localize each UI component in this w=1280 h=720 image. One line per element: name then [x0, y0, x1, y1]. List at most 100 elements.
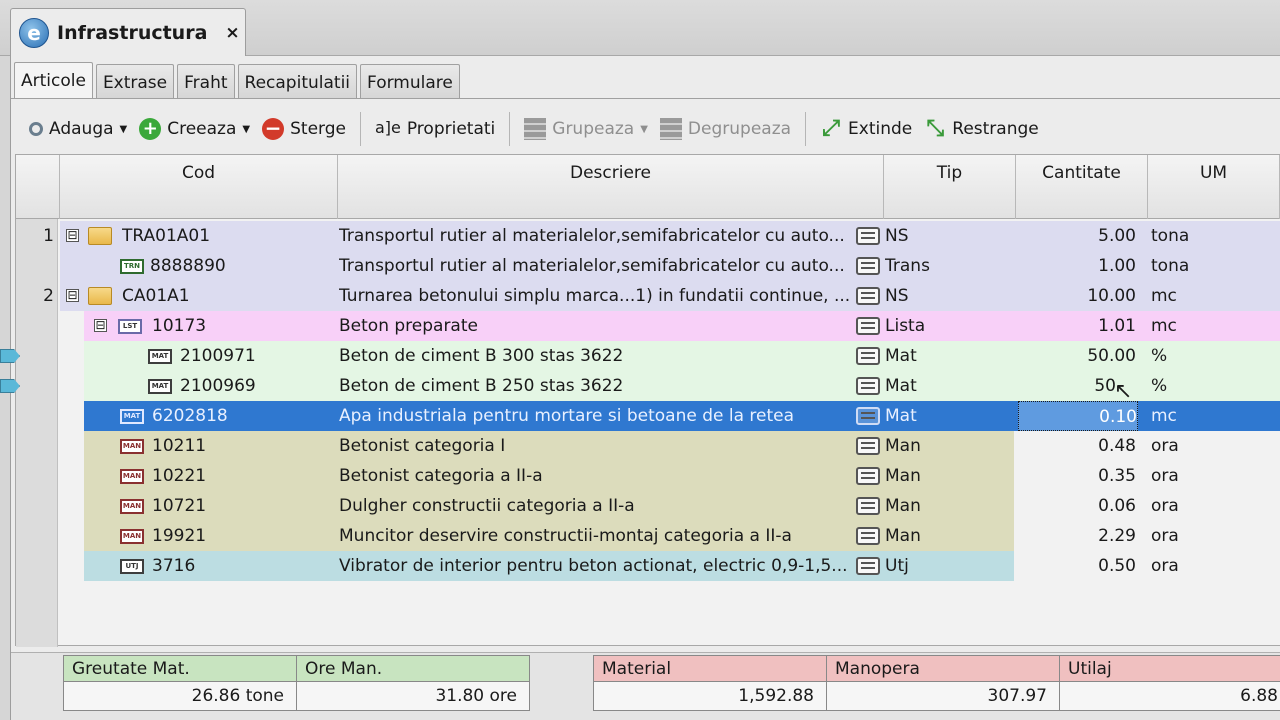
equipment-resource-icon: UTJ	[120, 559, 144, 574]
table-row[interactable]: MAN 10221 Betonist categoria a II-a Man …	[16, 461, 1280, 491]
cell-um: ora	[1151, 526, 1179, 546]
properties-button[interactable]: a]e Proprietati	[369, 111, 501, 147]
quantity-cell-editor[interactable]: 0.10	[1018, 401, 1138, 431]
tab-extrase[interactable]: Extrase	[95, 64, 175, 98]
note-icon[interactable]	[856, 437, 880, 455]
collapse-button-label: Restrange	[952, 119, 1039, 139]
summary-utilaj: Utilaj 6.88	[1059, 655, 1280, 711]
cell-descriere: Muncitor deservire constructii-montaj ca…	[339, 526, 792, 546]
create-button[interactable]: + Creeaza ▼	[133, 111, 256, 147]
row-number: 1	[43, 226, 54, 246]
add-button[interactable]: Adauga ▼	[23, 111, 133, 147]
collapse-button[interactable]: ⤡ Restrange	[918, 111, 1044, 147]
articles-grid[interactable]: Cod Descriere Tip Cantitate UM 1 ⊟ TRA01…	[0, 154, 1280, 647]
document-tab-infrastructura[interactable]: e Infrastructura ×	[10, 8, 246, 57]
table-row[interactable]: MAT 2100969 Beton de ciment B 250 stas 3…	[0, 371, 1280, 404]
note-icon[interactable]	[856, 287, 880, 305]
summary-footer: Greutate Mat. 26.86 tone Ore Man. 31.80 …	[11, 652, 1280, 720]
material-resource-icon: MAT	[148, 379, 172, 394]
cell-tip: Man	[885, 436, 921, 456]
header-cantitate[interactable]: Cantitate	[1016, 155, 1148, 219]
note-icon[interactable]	[856, 467, 880, 485]
cell-cantitate: 50.00	[1087, 346, 1136, 366]
summary-greutate-label: Greutate Mat.	[64, 656, 296, 682]
expand-button[interactable]: ⤢ Extinde	[814, 111, 918, 147]
summary-utilaj-value: 6.88	[1060, 682, 1280, 710]
ungroup-button-label: Degrupeaza	[687, 119, 792, 139]
tab-fraht[interactable]: Fraht	[177, 64, 235, 98]
cell-tip: Mat	[885, 406, 917, 426]
group-button[interactable]: Grupeaza ▼	[518, 111, 654, 147]
table-row[interactable]: UTJ 3716 Vibrator de interior pentru bet…	[16, 551, 1280, 581]
summary-ore-value: 31.80 ore	[297, 682, 529, 710]
toolbar-separator	[359, 112, 361, 146]
summary-ore-label: Ore Man.	[297, 656, 529, 682]
cell-um: tona	[1151, 256, 1190, 276]
grid-header: Cod Descriere Tip Cantitate UM	[16, 155, 1280, 219]
row-number: 2	[43, 286, 54, 306]
tab-formulare[interactable]: Formulare	[360, 64, 460, 98]
table-row[interactable]: MAN 10211 Betonist categoria I Man 0.48 …	[16, 431, 1280, 461]
cell-cantitate: 10.00	[1087, 286, 1136, 306]
table-row-selected[interactable]: MAT 6202818 Apa industriala pentru morta…	[16, 401, 1280, 431]
header-tip[interactable]: Tip	[884, 155, 1016, 219]
add-button-label: Adauga	[49, 119, 114, 139]
header-um[interactable]: UM	[1148, 155, 1280, 219]
tree-toggle-icon[interactable]: ⊟	[66, 229, 79, 242]
note-icon[interactable]	[856, 377, 880, 395]
note-icon[interactable]	[856, 407, 880, 425]
tab-recapitulatii[interactable]: Recapitulatii	[237, 64, 358, 98]
note-icon[interactable]	[856, 347, 880, 365]
cell-cantitate: 0.50	[1098, 556, 1136, 576]
cell-cod: 10211	[152, 436, 207, 456]
note-icon[interactable]	[856, 227, 880, 245]
material-resource-icon: MAT	[120, 409, 144, 424]
tree-toggle-icon[interactable]: ⊟	[66, 289, 79, 302]
table-row[interactable]: MAN 19921 Muncitor deservire constructii…	[16, 521, 1280, 551]
summary-manopera-label: Manopera	[827, 656, 1059, 682]
note-icon[interactable]	[856, 317, 880, 335]
table-row[interactable]: MAT 2100971 Beton de ciment B 300 stas 3…	[0, 341, 1280, 371]
cell-descriere: Turnarea betonului simplu marca...1) in …	[339, 286, 851, 306]
cell-cantitate: 50	[1094, 376, 1116, 396]
note-icon[interactable]	[856, 557, 880, 575]
table-row[interactable]: MAN 10721 Dulgher constructii categoria …	[16, 491, 1280, 521]
toolbar-separator	[805, 112, 807, 146]
cell-descriere: Dulgher constructii categoria a II-a	[339, 496, 635, 516]
close-icon[interactable]: ×	[225, 23, 239, 43]
cell-um: ora	[1151, 556, 1179, 576]
create-button-label: Creeaza	[167, 119, 237, 139]
cell-cod: 2100971	[180, 346, 256, 366]
list-icon: LST	[118, 319, 142, 334]
note-icon[interactable]	[856, 497, 880, 515]
ungroup-button[interactable]: Degrupeaza	[654, 111, 797, 147]
table-row[interactable]: ⊟ LST 10173 Beton preparate Lista 1.01 m…	[16, 311, 1280, 341]
labor-resource-icon: MAN	[120, 499, 144, 514]
delete-button[interactable]: − Sterge	[256, 111, 352, 147]
table-row[interactable]: TRN 8888890 Transportul rutier al materi…	[16, 251, 1280, 281]
cell-descriere: Transportul rutier al materialelor,semif…	[339, 226, 845, 246]
mouse-cursor-icon: ↖	[1114, 379, 1133, 404]
cell-tip: Mat	[885, 376, 917, 396]
cell-cod: 3716	[152, 556, 196, 576]
summary-manopera-value: 307.97	[827, 682, 1059, 710]
tree-toggle-icon[interactable]: ⊟	[94, 319, 107, 332]
cell-cantitate: 0.48	[1098, 436, 1136, 456]
table-row[interactable]: 1 ⊟ TRA01A01 Transportul rutier al mater…	[16, 221, 1280, 251]
summary-material: Material 1,592.88	[593, 655, 827, 711]
app-logo-icon: e	[19, 18, 49, 48]
chevron-down-icon: ▼	[242, 123, 251, 135]
cell-cod: TRA01A01	[122, 226, 211, 246]
delete-button-label: Sterge	[290, 119, 346, 139]
folder-icon	[88, 287, 112, 305]
header-cod[interactable]: Cod	[60, 155, 338, 219]
table-row[interactable]: 2 ⊟ CA01A1 Turnarea betonului simplu mar…	[16, 281, 1280, 311]
note-icon[interactable]	[856, 527, 880, 545]
header-descriere[interactable]: Descriere	[338, 155, 884, 219]
note-icon[interactable]	[856, 257, 880, 275]
tab-articole[interactable]: Articole	[14, 62, 93, 98]
cell-cod: 8888890	[150, 256, 226, 276]
toolbar-separator	[509, 112, 511, 146]
cell-cantitate: 1.00	[1098, 256, 1136, 276]
subtab-bar: Articole Extrase Fraht Recapitulatii For…	[11, 62, 460, 98]
